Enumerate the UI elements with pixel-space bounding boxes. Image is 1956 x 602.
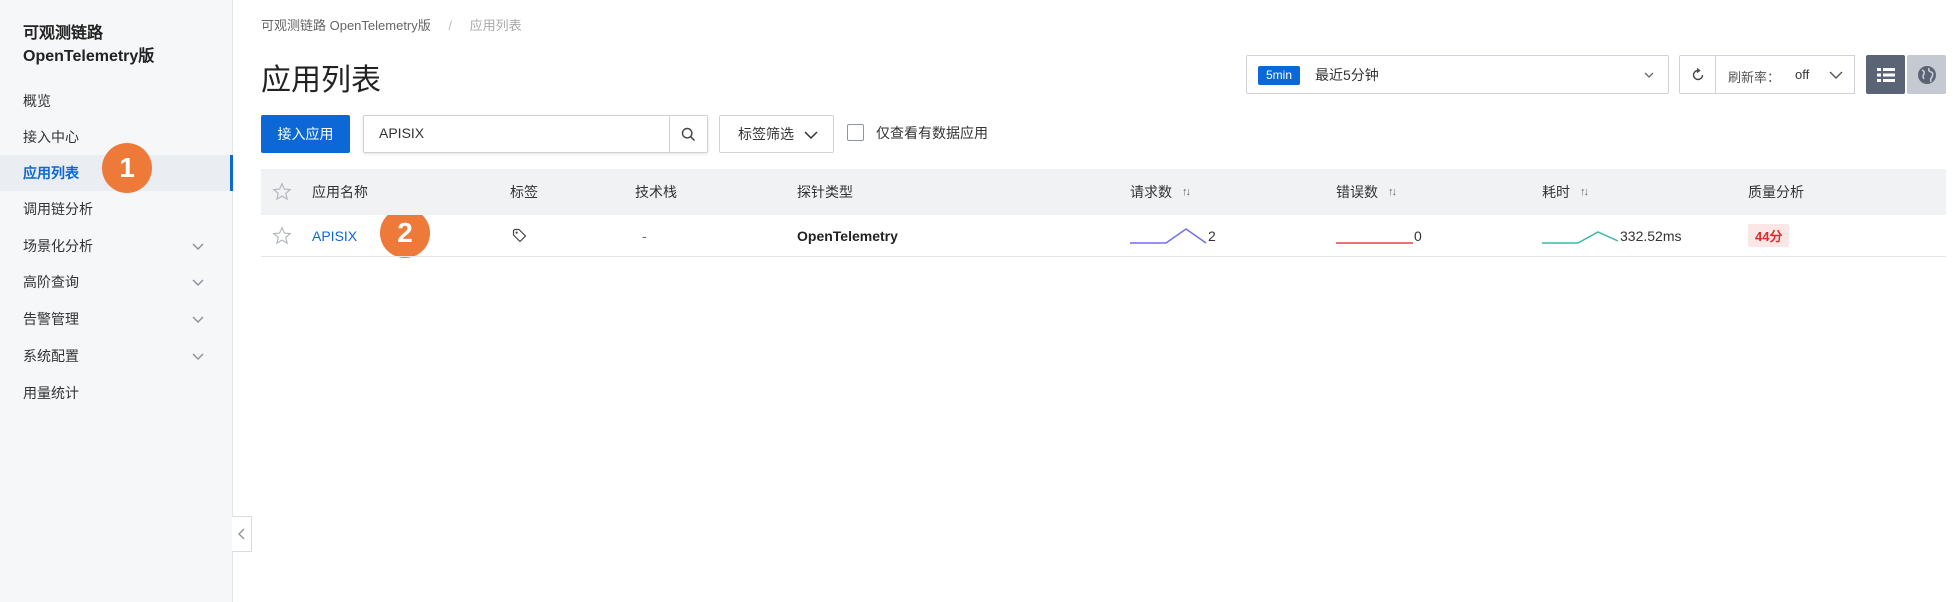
sidebar-item-label: 应用列表 [23,165,79,181]
tag-filter-label: 标签筛选 [738,126,794,142]
refresh-icon [1692,67,1703,80]
time-range-select[interactable]: 5min 最近5分钟 [1246,55,1669,94]
favorite-star-icon[interactable] [272,215,292,256]
tech-stack-value: - [642,227,647,244]
sidebar-item-usage-stats[interactable]: 用量统计 [0,375,233,411]
chevron-down-icon [192,279,204,286]
sidebar-item-alert-management[interactable]: 告警管理 [0,301,233,337]
search-button[interactable] [669,116,707,152]
sidebar-item-label: 高阶查询 [23,274,79,290]
sidebar-item-label: 概览 [23,93,51,109]
edit-tags-button[interactable] [512,215,527,256]
only-data-label[interactable]: 仅查看有数据应用 [876,123,988,143]
col-header-probe: 探针类型 [797,184,853,200]
breadcrumb-parent[interactable]: 可观测链路 OpenTelemetry版 [261,18,431,33]
topology-view-button[interactable] [1907,55,1946,94]
list-view-icon [1876,67,1895,82]
breadcrumb-separator: / [448,18,453,33]
app-table: 应用名称 标签 技术栈 探针类型 请求数 ↑↓ 错误数 ↑↓ 耗时 ↑↓ 质量分… [261,169,1946,257]
chevron-down-icon [192,353,204,360]
sidebar-item-advanced-query[interactable]: 高阶查询 [0,264,233,300]
breadcrumb-current: 应用列表 [469,18,522,33]
col-header-requests-label: 请求数 [1130,184,1172,200]
search-input[interactable] [379,125,659,141]
chevron-down-icon [804,131,818,140]
product-title: 可观测链路 OpenTelemetry版 [23,22,223,68]
col-header-requests[interactable]: 请求数 ↑↓ [1130,169,1191,215]
sidebar-item-trace-analysis[interactable]: 调用链分析 [0,191,233,227]
only-data-checkbox[interactable] [847,124,864,141]
sidebar-item-label: 场景化分析 [23,238,93,254]
list-view-button[interactable] [1866,55,1905,94]
time-range-label: 最近5分钟 [1315,67,1379,83]
sidebar-item-overview[interactable]: 概览 [0,83,233,119]
requests-cell: 2 [1130,215,1216,256]
refresh-rate-value: off [1795,67,1810,82]
col-header-name: 应用名称 [312,184,368,200]
col-header-errors-label: 错误数 [1336,184,1378,200]
sidebar-item-label: 系统配置 [23,348,79,364]
latency-cell: 332.52ms [1542,215,1681,256]
sidebar-collapse-handle[interactable] [232,516,252,552]
sort-icon: ↑↓ [1580,186,1589,198]
latency-sparkline [1542,230,1619,244]
sidebar-item-scenario-analysis[interactable]: 场景化分析 [0,228,233,264]
sidebar-item-label: 调用链分析 [23,201,93,217]
chevron-down-icon [1644,72,1654,78]
time-range-tag: 5min [1258,66,1301,85]
chevron-left-icon [237,528,244,540]
app-name-link[interactable]: APISIX [312,215,357,256]
refresh-rate-select[interactable]: 刷新率： off [1716,55,1855,94]
col-header-quality: 质量分析 [1748,184,1804,200]
search-box [363,115,708,153]
table-header: 应用名称 标签 技术栈 探针类型 请求数 ↑↓ 错误数 ↑↓ 耗时 ↑↓ 质量分… [261,169,1946,215]
tag-filter-dropdown[interactable]: 标签筛选 [719,115,834,153]
search-icon [681,127,696,141]
product-title-line1: 可观测链路 [23,25,104,42]
latency-value: 332.52ms [1620,227,1682,244]
requests-value: 2 [1208,227,1216,244]
col-header-errors[interactable]: 错误数 ↑↓ [1336,169,1397,215]
sidebar-item-label: 告警管理 [23,311,79,327]
chevron-down-icon [192,243,204,250]
sidebar: 可观测链路 OpenTelemetry版 概览 接入中心 应用列表 调用链分析 … [0,0,233,602]
sidebar-item-system-config[interactable]: 系统配置 [0,338,233,374]
sidebar-item-label: 用量统计 [23,385,79,401]
refresh-button[interactable] [1679,55,1716,94]
probe-type-value: OpenTelemetry [797,227,898,244]
errors-cell: 0 [1336,215,1422,256]
sort-icon: ↑↓ [1388,186,1397,198]
product-title-line2: OpenTelemetry版 [23,48,155,65]
col-header-latency-label: 耗时 [1542,184,1570,200]
breadcrumb: 可观测链路 OpenTelemetry版 / 应用列表 [261,15,522,34]
table-row: APISIX - OpenTelemetry 2 0 332.52ms 44分 [261,215,1946,257]
col-header-tags: 标签 [510,184,538,200]
chevron-down-icon [192,316,204,323]
requests-sparkline [1130,227,1207,244]
quality-cell[interactable]: 44分 [1748,215,1790,256]
refresh-rate-label: 刷新率： [1728,70,1781,85]
favorite-all-star-icon[interactable] [272,169,292,215]
sidebar-item-label: 接入中心 [23,129,79,145]
quality-score-badge: 44分 [1748,224,1790,247]
sort-icon: ↑↓ [1182,186,1191,198]
tag-icon [512,228,527,243]
add-app-button[interactable]: 接入应用 [261,115,350,153]
chevron-down-icon [1829,71,1843,79]
errors-sparkline [1336,241,1413,244]
page-title: 应用列表 [261,64,381,97]
errors-value: 0 [1414,227,1422,244]
annotation-badge-1: 1 [102,143,152,193]
col-header-stack: 技术栈 [635,184,677,200]
col-header-latency[interactable]: 耗时 ↑↓ [1542,169,1589,215]
globe-icon [1917,65,1936,84]
